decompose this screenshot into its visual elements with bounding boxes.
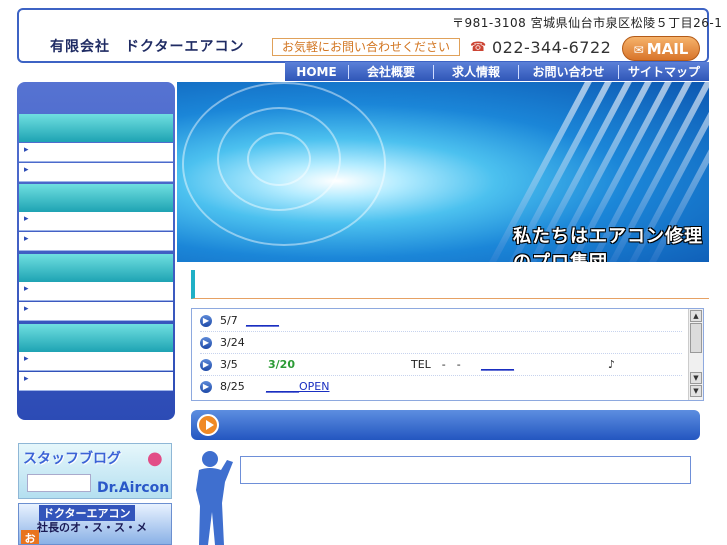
promo-banner-line2: 社長のオ・ス・ス・メ — [37, 521, 147, 534]
president-recommend-banner[interactable]: ドクターエアコン 社長のオ・ス・ス・メ お — [18, 503, 172, 545]
staff-blog-banner[interactable]: スタッフブログ ● Dr.Aircon — [18, 443, 172, 499]
play-icon — [197, 414, 219, 436]
arrow-bullet-icon: ▶ — [200, 315, 212, 327]
sidebar-heading — [19, 324, 173, 352]
sidebar-link[interactable] — [19, 302, 173, 321]
sidebar-link[interactable] — [19, 143, 173, 162]
scroll-end-icon[interactable]: ▼ — [690, 385, 702, 397]
news-item: ▶ 5/7 ______ — [200, 310, 682, 332]
mail-button-label: MAIL — [646, 40, 689, 58]
balloons-icon: ● — [147, 448, 163, 469]
promo-banner-badge: お — [21, 530, 39, 544]
sidebar-heading — [19, 254, 173, 282]
news-item: ▶ 8/25 ______OPEN — [200, 376, 682, 398]
sidebar-heading — [19, 184, 173, 212]
phone-icon: ☎ — [470, 40, 487, 55]
news-scrollbar[interactable]: ▲ ▼ ▼ — [688, 309, 703, 400]
mail-button[interactable]: ✉ MAIL — [622, 36, 700, 61]
hero-image: 私たちはエアコン修理のプロ集団 — [177, 82, 709, 262]
nav-company[interactable]: 会社概要 — [349, 64, 434, 79]
air-conditioner-icon — [27, 474, 91, 492]
sidebar-link[interactable] — [19, 212, 173, 231]
news-list: ▶ 5/7 ______ ▶ 3/24 ▶ 3/5 3/20 TEL - - _… — [191, 308, 704, 401]
news-link[interactable]: ______OPEN — [266, 376, 329, 398]
news-item: ▶ 3/5 3/20 TEL - - ______ ♪ — [200, 354, 682, 376]
contact-cta-label: お気軽にお問い合わせください — [272, 38, 460, 56]
sidebar-link[interactable] — [19, 282, 173, 301]
news-date: 3/5 — [220, 358, 238, 371]
news-section-heading — [191, 270, 709, 299]
news-link[interactable]: ______ — [246, 310, 279, 332]
arrow-bullet-icon: ▶ — [200, 381, 212, 393]
nav-sitemap[interactable]: サイトマップ — [619, 65, 709, 79]
news-tel: TEL - - — [411, 358, 461, 371]
scrollbar-thumb[interactable] — [690, 323, 702, 353]
news-item: ▶ 3/24 — [200, 332, 682, 354]
news-date: 8/25 — [220, 380, 245, 393]
section-title-bar — [191, 410, 700, 440]
music-note-icon: ♪ — [608, 358, 616, 371]
blog-banner-title: スタッフブログ — [23, 451, 121, 467]
nav-home[interactable]: HOME — [285, 64, 349, 79]
news-date: 5/7 — [220, 314, 238, 327]
arrow-bullet-icon: ▶ — [200, 359, 212, 371]
sidebar-link[interactable] — [19, 372, 173, 391]
news-link[interactable]: ______ — [481, 354, 514, 376]
company-name[interactable]: 有限会社 ドクターエアコン — [50, 36, 244, 56]
scroll-up-icon[interactable]: ▲ — [690, 310, 702, 322]
sidebar-link[interactable] — [19, 232, 173, 251]
info-box — [240, 456, 691, 484]
nav-recruit[interactable]: 求人情報 — [434, 64, 519, 79]
main-nav: HOME 会社概要 求人情報 お問い合わせ サイトマップ — [285, 62, 709, 81]
hero-caption: 私たちはエアコン修理のプロ集団 — [513, 226, 703, 262]
sidebar-menu — [17, 82, 175, 420]
news-date: 3/24 — [220, 336, 245, 349]
company-address: 〒981-3108 宮城県仙台市泉区松陵５丁目26-1 — [452, 16, 723, 30]
nav-contact[interactable]: お問い合わせ — [519, 64, 619, 79]
person-silhouette-icon — [196, 451, 233, 545]
blog-banner-brand: Dr.Aircon — [97, 480, 170, 496]
sidebar-heading — [19, 114, 173, 142]
sidebar-link[interactable] — [19, 352, 173, 371]
scroll-down-icon[interactable]: ▼ — [690, 372, 702, 384]
envelope-icon: ✉ — [633, 43, 644, 57]
news-highlight-date: 3/20 — [268, 358, 295, 371]
arrow-bullet-icon: ▶ — [200, 337, 212, 349]
sidebar-link[interactable] — [19, 163, 173, 182]
phone-number: 022-344-6722 — [492, 38, 612, 57]
